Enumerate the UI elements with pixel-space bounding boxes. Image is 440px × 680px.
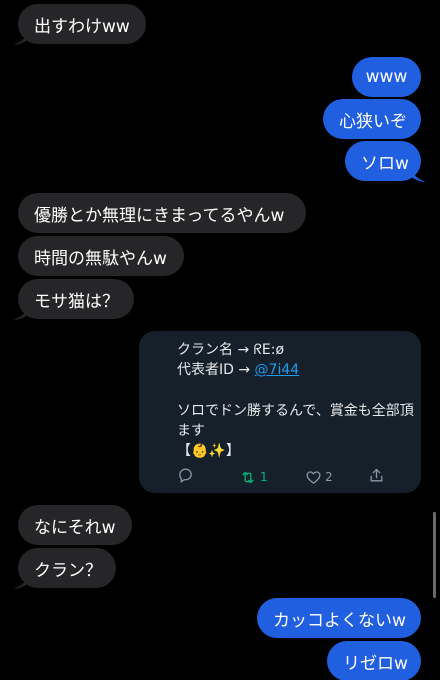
chat-screen: 出すわけww www 心狭いぞ ソロw 優勝とか無理にきまってるやんw 時間の無… [0, 0, 440, 680]
scrollbar[interactable] [433, 512, 436, 598]
bubble-tail [13, 575, 29, 589]
reply-icon [179, 468, 192, 483]
tweet-line-representative: 代表者ID → @7i44 [177, 360, 299, 380]
message-bubble-sent[interactable]: リゼロw [327, 641, 421, 680]
tweet-line-clan: クラン名 → ᖇE:ø [177, 342, 285, 358]
message-bubble-received[interactable]: なにそれw [18, 505, 132, 545]
message-bubble-received[interactable]: 時間の無駄やんw [18, 236, 184, 276]
message-text: モサ猫は？ [34, 291, 119, 312]
message-text: www [365, 67, 408, 87]
retweet-icon [242, 471, 254, 483]
message-bubble-sent[interactable]: カッコよくないw [257, 598, 421, 638]
message-text: カッコよくないw [273, 610, 406, 631]
message-text: ソロw [361, 153, 409, 174]
message-text: なにそれw [34, 517, 116, 538]
message-bubble-sent[interactable]: 心狭いぞ [323, 99, 421, 139]
share-button[interactable] [368, 467, 385, 484]
message-bubble-sent[interactable]: ソロw [345, 141, 426, 182]
message-text: 出すわけww [34, 16, 130, 37]
tweet-line-emoji: 【👶✨】 [177, 441, 240, 461]
message-text: リゼロw [343, 653, 408, 674]
message-text: 優勝とか無理にきまってるやんw [34, 205, 285, 226]
emoji-text: 👶✨ [191, 443, 226, 459]
like-button[interactable]: 2 [305, 467, 333, 487]
message-bubble-received[interactable]: モサ猫は？ [13, 279, 134, 320]
message-bubble-received[interactable]: クラン？ [13, 548, 116, 589]
retweet-count: 1 [260, 470, 268, 484]
mention-link[interactable]: @7i44 [255, 362, 300, 378]
message-bubble-received[interactable]: 優勝とか無理にきまってるやんw [18, 193, 306, 233]
tweet-line-label: 代表者ID → [177, 362, 255, 378]
tweet-line-message: ソロでドン勝するんで、賞金も全部頂 [177, 403, 414, 419]
heart-icon [306, 470, 321, 484]
message-text: 時間の無駄やんw [34, 248, 167, 269]
bubble-tail [13, 306, 29, 320]
message-bubble-sent[interactable]: www [352, 57, 421, 97]
tweet-actions: 1 2 [139, 467, 421, 487]
bracket-close: 】 [225, 443, 240, 459]
message-text: 心狭いぞ [339, 111, 407, 132]
bubble-tail [13, 31, 29, 45]
share-icon [370, 468, 383, 482]
retweet-button[interactable]: 1 [239, 467, 268, 487]
tweet-line-message-cont: ます [177, 423, 205, 439]
reply-button[interactable] [177, 467, 194, 484]
message-text: クラン？ [34, 560, 102, 581]
like-count: 2 [325, 470, 333, 484]
message-bubble-received[interactable]: 出すわけww [13, 4, 146, 45]
bubble-tail [410, 168, 426, 182]
bracket-open: 【 [177, 443, 191, 459]
tweet-card[interactable]: クラン名 → ᖇE:ø 代表者ID → @7i44 ソロでドン勝するんで、賞金も… [139, 331, 421, 493]
